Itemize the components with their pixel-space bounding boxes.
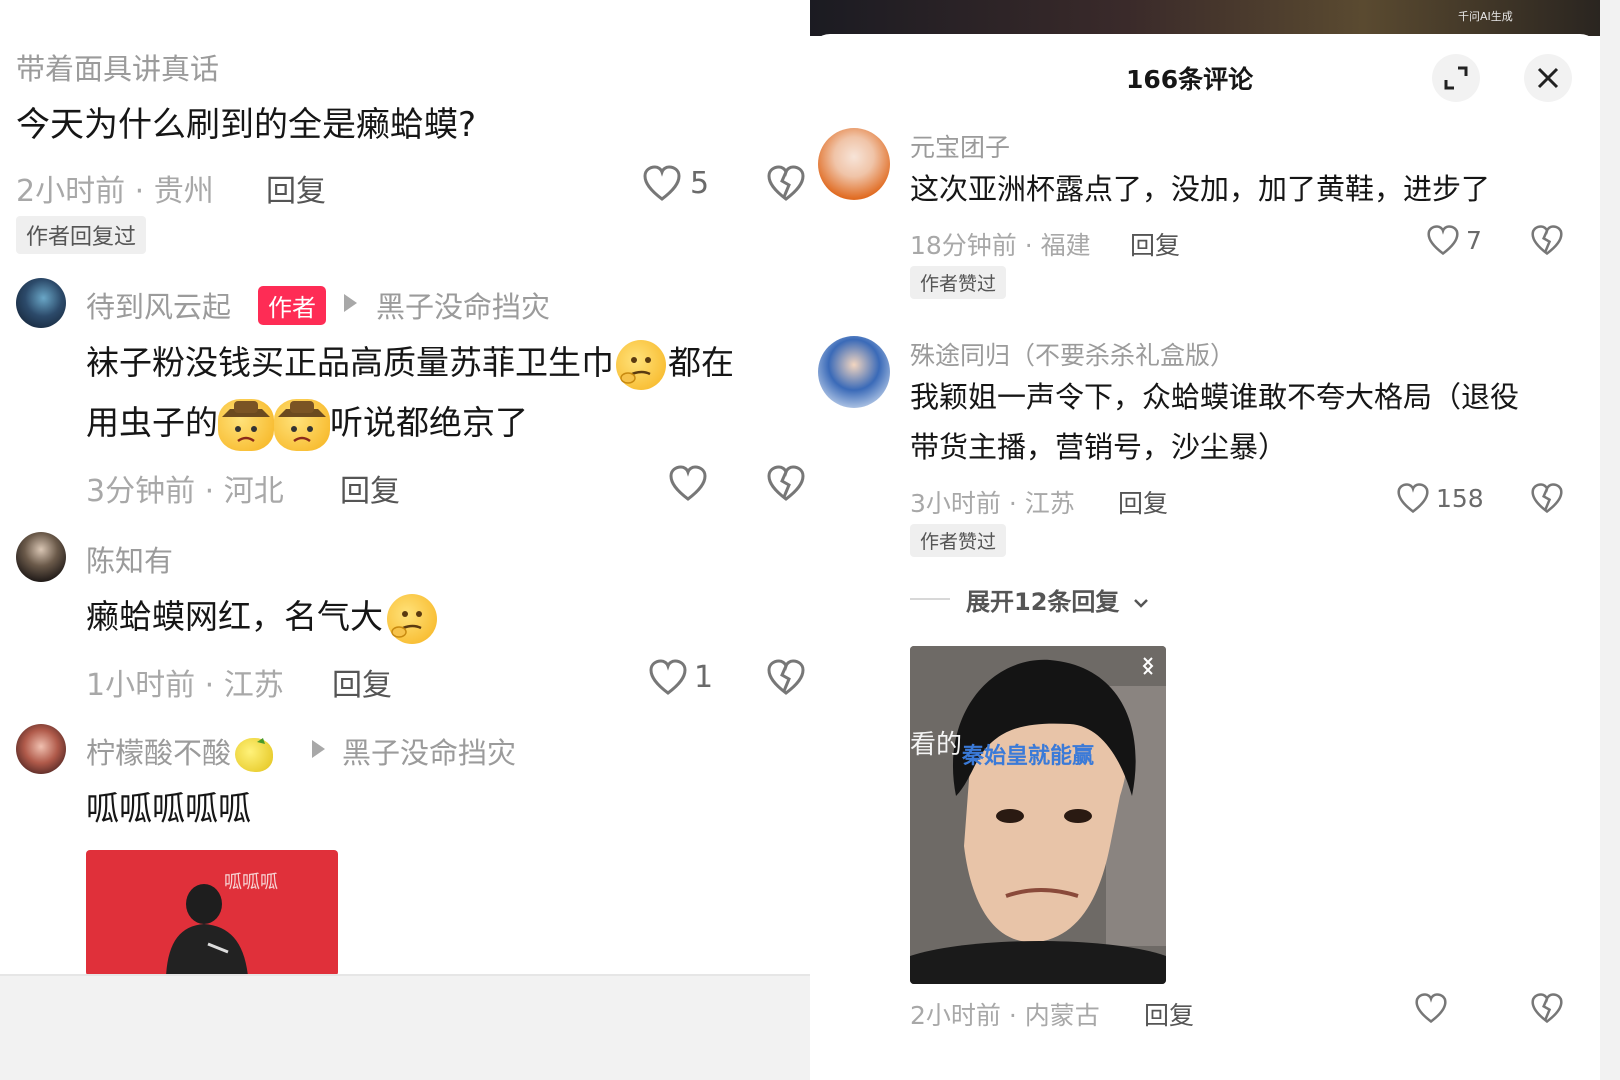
comment-time-location: 2小时前 · 内蒙古 [910, 1001, 1100, 1030]
comment-username[interactable]: 元宝团子 [910, 128, 1010, 164]
author-liked-badge: 作者赞过 [910, 524, 1007, 557]
reply-button[interactable]: 回复 [1118, 484, 1168, 520]
reply-arrow-icon [344, 294, 357, 312]
dislike-broken-heart-icon[interactable] [1530, 482, 1564, 514]
cowboy-face-emoji-icon [218, 398, 274, 451]
avatar[interactable] [16, 278, 66, 328]
like-heart-icon[interactable] [642, 164, 682, 202]
reply-text: 呱呱呱呱呱 [86, 789, 251, 828]
avatar[interactable] [16, 532, 66, 582]
close-icon [1537, 67, 1559, 89]
screenshot-collage: 带着面具讲真话 今天为什么刷到的全是癞蛤蟆? 2小时前 · 贵州 回复 5 作者… [0, 0, 1620, 1080]
reply-button[interactable]: 回复 [340, 466, 400, 510]
cowboy-face-emoji-icon [274, 398, 330, 451]
like-heart-icon[interactable] [668, 464, 708, 502]
reply-button[interactable]: 回复 [266, 166, 326, 210]
thinking-face-emoji-icon [616, 339, 666, 390]
reply-text-segment: 用虫子的 [86, 403, 218, 442]
reply-time-location: 3分钟前 · 河北 [86, 474, 284, 509]
dislike-broken-heart-icon[interactable] [1530, 992, 1564, 1024]
comment-sheet: 166条评论 元宝团子 这次亚洲杯露点了，没加，加了黄鞋，进步了 18分钟前 ·… [810, 34, 1600, 1080]
reply-image[interactable]: 呱呱呱 [86, 850, 338, 974]
right-comment-sheet: 千问AI生成 166条评论 元宝团子 这次亚洲杯露点了，没加，加了黄鞋，进步了 … [810, 0, 1600, 1080]
reply-text-segment: 袜子粉没钱买正品高质量苏菲卫生巾 [86, 343, 614, 382]
like-count: 1 [694, 660, 714, 695]
chevron-down-icon [1133, 599, 1148, 608]
dislike-broken-heart-icon[interactable] [766, 464, 806, 502]
reply-text: 癞蛤蟆网红，名气大 [86, 586, 437, 648]
author-liked-badge: 作者赞过 [910, 266, 1007, 299]
reply-text-segment: 癞蛤蟆网红，名气大 [86, 597, 383, 636]
reply-to-username[interactable]: 黑子没命挡灾 [376, 284, 550, 326]
reply-text-segment: 都在 [668, 343, 734, 382]
dislike-broken-heart-icon[interactable] [766, 658, 806, 696]
close-button[interactable] [1524, 54, 1572, 102]
reply-button[interactable]: 回复 [332, 660, 392, 704]
like-count: 7 [1466, 226, 1482, 255]
like-heart-icon[interactable] [1426, 224, 1460, 256]
left-comment-thread: 带着面具讲真话 今天为什么刷到的全是癞蛤蟆? 2小时前 · 贵州 回复 5 作者… [0, 0, 810, 976]
reply-button[interactable]: 回复 [1130, 226, 1180, 262]
person-silhouette-icon [166, 884, 248, 974]
reply-text-segment: 听说都绝京了 [330, 403, 528, 442]
like-count: 5 [690, 166, 710, 201]
dislike-broken-heart-icon[interactable] [1530, 224, 1564, 256]
divider-line [910, 598, 950, 600]
comment-username[interactable]: 殊途同归（不要杀杀礼盒版） [910, 336, 1235, 372]
comment-text-line1: 我颖姐一声令下，众蛤蟆谁敢不夸大格局（退役 [910, 380, 1520, 414]
ai-watermark: 千问AI生成 [1458, 10, 1513, 23]
reply-username[interactable]: 陈知有 [86, 538, 173, 580]
expand-replies-button[interactable]: 展开12条回复 [966, 582, 1150, 617]
expand-icon [1444, 66, 1468, 90]
portrait-photo [910, 646, 1166, 984]
reply-time-location: 1小时前 · 江苏 [86, 668, 284, 703]
reply-text-line1: 袜子粉没钱买正品高质量苏菲卫生巾 都在 [86, 332, 734, 394]
comment-time-location: 3小时前 · 江苏 [910, 489, 1075, 518]
comment-count-title: 166条评论 [1126, 65, 1254, 94]
avatar[interactable] [818, 128, 890, 200]
like-heart-icon[interactable] [1414, 992, 1448, 1024]
like-count: 158 [1436, 484, 1484, 513]
image-overlay-text: 秦始皇就能赢 [962, 744, 1095, 769]
comment-image[interactable]: 看的 秦始皇就能赢 [910, 646, 1166, 984]
comment-text-line2: 带货主播，营销号，沙尘暴） [910, 430, 1288, 464]
reply-username[interactable]: 待到风云起 [86, 284, 231, 326]
comment-time-location: 18分钟前 · 福建 [910, 231, 1091, 260]
author-tag: 作者 [258, 286, 326, 325]
expand-button[interactable] [1432, 54, 1480, 102]
reply-username[interactable]: 柠檬酸不酸 [86, 730, 274, 772]
reply-button[interactable]: 回复 [1144, 996, 1194, 1032]
comment-username[interactable]: 带着面具讲真话 [16, 46, 219, 88]
comment-text: 这次亚洲杯露点了，没加，加了黄鞋，进步了 [910, 172, 1491, 206]
comment-time-location: 2小时前 · 贵州 [16, 174, 214, 209]
thinking-face-emoji-icon [387, 593, 437, 644]
reply-text-line2: 用虫子的 听说都绝京了 [86, 392, 528, 454]
avatar[interactable] [16, 724, 66, 774]
expand-replies-label: 展开12条回复 [966, 588, 1120, 616]
lemon-emoji-icon [235, 738, 274, 772]
reply-username-text: 柠檬酸不酸 [86, 736, 232, 770]
author-replied-badge: 作者回复过 [16, 216, 147, 254]
link-icon [1142, 657, 1154, 675]
like-heart-icon[interactable] [648, 658, 688, 696]
like-heart-icon[interactable] [1396, 482, 1430, 514]
comment-text: 今天为什么刷到的全是癞蛤蟆? [16, 105, 477, 145]
video-preview-strip: 千问AI生成 [810, 0, 1600, 36]
dislike-broken-heart-icon[interactable] [766, 164, 806, 202]
image-overlay-prefix: 看的 [910, 730, 963, 760]
reply-arrow-icon [312, 740, 325, 758]
reply-to-username[interactable]: 黑子没命挡灾 [342, 730, 516, 772]
avatar[interactable] [818, 336, 890, 408]
